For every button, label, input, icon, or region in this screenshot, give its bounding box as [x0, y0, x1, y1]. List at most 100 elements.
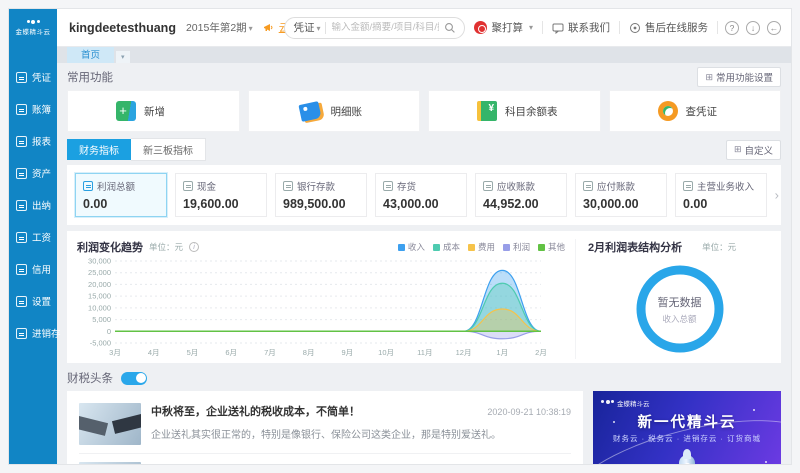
- info-icon[interactable]: i: [189, 242, 200, 252]
- kpi-card-payable[interactable]: 应付账款 30,000.00: [575, 173, 667, 217]
- sidebar-item-reports[interactable]: 报表: [9, 125, 57, 157]
- grid-icon: ⊞: [705, 71, 713, 82]
- plus-icon: [116, 101, 136, 121]
- tab-home[interactable]: 首页: [67, 47, 115, 63]
- tab-financial-indicators[interactable]: 财务指标: [67, 139, 131, 160]
- trend-chart: 30,000 25,000 20,000 15,000 10,000 5,000 0 -5,0…: [88, 257, 547, 358]
- svg-text:10月: 10月: [378, 348, 394, 357]
- kpi-icon: [383, 181, 393, 191]
- profit-structure-section: 2月利润表结构分析 单位：元 暂无数据 收入总额: [575, 239, 771, 359]
- trend-chart-title: 利润变化趋势: [77, 242, 143, 254]
- sidebar-item-inventory[interactable]: 进销存: [9, 317, 61, 349]
- top-header: 金蝶精斗云 kingdeetesthuang 2015年第2期▾ 云会计更新公告…: [9, 9, 791, 47]
- calculator-link[interactable]: 聚打算 ▾: [472, 20, 535, 35]
- news-item[interactable]: 取得预付卡充值发票，可以计入成本费用吗？ 2020-09-18 09:34:26…: [79, 453, 571, 464]
- cashier-icon: [16, 199, 27, 211]
- after-sales-service-link[interactable]: 售后在线服务: [627, 20, 710, 35]
- balance-book-icon: [477, 101, 497, 121]
- tab-caret-icon[interactable]: ▾: [116, 51, 130, 63]
- period-selector[interactable]: 2015年第2期 ▾: [186, 20, 253, 35]
- donut-center-label: 收入总额: [662, 313, 697, 324]
- download-icon[interactable]: ↓: [746, 20, 760, 35]
- kpi-card-total-profit[interactable]: 利润总额 0.00: [75, 173, 167, 217]
- svg-text:11月: 11月: [417, 348, 432, 357]
- global-search: 凭证 ▾: [284, 16, 466, 39]
- svg-text:7月: 7月: [264, 348, 276, 357]
- quick-functions-settings-button[interactable]: ⊞ 常用功能设置: [697, 67, 781, 87]
- inventory-icon: [16, 327, 27, 339]
- quick-functions-title: 常用功能: [67, 72, 113, 84]
- kpi-icon: [283, 181, 293, 191]
- ledger-icon: [16, 103, 27, 115]
- legend-item[interactable]: 其他: [537, 241, 565, 253]
- sidebar-item-cashier[interactable]: 出纳: [9, 189, 57, 221]
- app-logo[interactable]: 金蝶精斗云: [9, 9, 57, 47]
- svg-text:10,000: 10,000: [88, 303, 111, 312]
- back-icon[interactable]: ←: [767, 20, 781, 35]
- megaphone-icon: [263, 23, 273, 31]
- kpi-icon: [483, 181, 493, 191]
- trend-unit-label: 单位：元: [149, 242, 184, 252]
- svg-text:6月: 6月: [225, 348, 237, 357]
- profit-trend-chart-section: 利润变化趋势 单位：元 i 收入 成本 费用 利润 其他 30,000 25,000 20,…: [77, 239, 565, 359]
- donut-empty-text: 暂无数据: [657, 296, 702, 309]
- search-input[interactable]: [331, 22, 440, 33]
- legend-swatch-icon: [397, 243, 405, 251]
- help-icon[interactable]: ?: [725, 20, 739, 35]
- kpi-card-cash[interactable]: 现金 19,600.00: [175, 173, 267, 217]
- news-item[interactable]: 中秋将至，企业送礼的税收成本，不简单！ 2020-09-21 10:38:19 …: [79, 399, 571, 453]
- report-icon: [16, 135, 27, 147]
- sidebar-item-assets[interactable]: 资产: [9, 157, 57, 189]
- quick-card-new-voucher[interactable]: 新增: [67, 90, 240, 132]
- legend-swatch-icon: [537, 243, 545, 251]
- legend-item[interactable]: 收入: [397, 241, 425, 253]
- caret-down-icon: ▾: [316, 24, 321, 33]
- svg-text:30,000: 30,000: [88, 257, 111, 266]
- quick-card-account-balance[interactable]: 科目余额表: [428, 90, 601, 132]
- news-toggle[interactable]: [121, 371, 147, 385]
- legend-item[interactable]: 费用: [467, 241, 495, 253]
- sidebar-item-voucher[interactable]: 凭证: [9, 61, 57, 93]
- kpi-scroll-right-icon[interactable]: ›: [775, 188, 779, 203]
- contact-us-link[interactable]: 联系我们: [550, 20, 612, 35]
- legend-item[interactable]: 成本: [432, 241, 460, 253]
- calculator-icon: [474, 21, 488, 34]
- svg-text:8月: 8月: [303, 348, 315, 357]
- payroll-icon: [16, 231, 27, 243]
- legend-item[interactable]: 利润: [502, 241, 530, 253]
- kpi-icon: [583, 181, 593, 191]
- main-content: 首页 ▾ 常用功能 ⊞常用功能设置 新增 明细账 科目余额表 查凭证 财务指标 …: [57, 47, 791, 464]
- sidebar-item-credit[interactable]: 信用: [9, 253, 57, 285]
- asset-icon: [16, 167, 27, 179]
- kpi-card-bank-deposit[interactable]: 银行存款 989,500.00: [275, 173, 367, 217]
- search-category-select[interactable]: 凭证 ▾: [293, 20, 320, 35]
- sidebar-item-ledger[interactable]: 账簿: [9, 93, 57, 125]
- kpi-card-main-revenue[interactable]: 主营业务收入 0.00: [675, 173, 767, 217]
- svg-text:4月: 4月: [148, 348, 160, 357]
- svg-text:25,000: 25,000: [88, 268, 111, 277]
- svg-text:15,000: 15,000: [88, 292, 111, 301]
- customize-button[interactable]: ⊞ 自定义: [725, 139, 781, 160]
- legend-swatch-icon: [467, 243, 475, 251]
- promo-banner[interactable]: 金蝶精斗云 新一代精斗云 财务云 · 税务云 · 进销存云 · 订货商城: [593, 391, 781, 464]
- voucher-search-icon: [657, 101, 678, 121]
- quick-card-search-voucher[interactable]: 查凭证: [608, 90, 781, 132]
- tab-neeq-indicators[interactable]: 新三板指标: [131, 138, 206, 161]
- sidebar-item-settings[interactable]: 设置: [9, 285, 57, 317]
- search-icon[interactable]: [444, 22, 456, 34]
- news-thumbnail: [79, 462, 141, 464]
- quick-card-detail-ledger[interactable]: 明细账: [247, 90, 420, 132]
- voucher-icon: [16, 71, 27, 83]
- banner-headline: 新一代精斗云: [637, 415, 737, 431]
- kpi-icon: [183, 181, 193, 191]
- svg-text:12月: 12月: [456, 348, 472, 357]
- header-left: kingdeetesthuang 2015年第2期▾ 云会计更新公告（2020.…: [57, 20, 432, 35]
- sidebar-item-payroll[interactable]: 工资: [9, 221, 57, 253]
- kpi-card-inventory[interactable]: 存货 43,000.00: [375, 173, 467, 217]
- app-frame: 金蝶精斗云 kingdeetesthuang 2015年第2期▾ 云会计更新公告…: [0, 0, 800, 473]
- tab-strip: 首页 ▾: [57, 47, 791, 63]
- credit-icon: [16, 263, 27, 275]
- svg-text:0: 0: [107, 327, 111, 336]
- kpi-card-receivable[interactable]: 应收账款 44,952.00: [475, 173, 567, 217]
- caret-down-icon: ▾: [248, 24, 253, 33]
